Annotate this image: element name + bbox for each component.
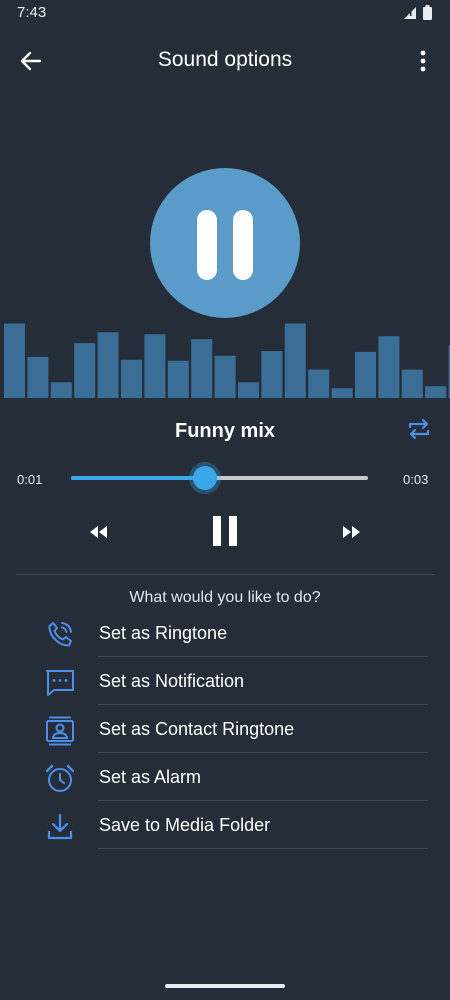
status-time: 7:43 bbox=[17, 4, 47, 21]
download-icon bbox=[44, 811, 76, 843]
more-options-button[interactable] bbox=[408, 44, 438, 78]
pause-button[interactable] bbox=[211, 515, 239, 547]
pause-bar-right bbox=[233, 210, 253, 280]
visualizer-bar bbox=[378, 336, 400, 398]
status-bar: 7:43 bbox=[0, 0, 450, 26]
chat-bubble-icon bbox=[44, 667, 76, 699]
visualizer-bar bbox=[401, 369, 423, 398]
status-icons bbox=[403, 5, 432, 20]
page-title: Sound options bbox=[157, 48, 293, 71]
option-label: Set as Notification bbox=[99, 671, 245, 691]
contact-card-icon bbox=[44, 715, 76, 747]
section-divider bbox=[16, 574, 434, 575]
rewind-icon bbox=[90, 526, 107, 538]
fast-forward-button[interactable] bbox=[338, 520, 364, 544]
repeat-button[interactable] bbox=[405, 415, 433, 443]
visualizer-bar bbox=[214, 355, 236, 398]
visualizer-bar bbox=[167, 360, 189, 398]
visualizer-bar bbox=[97, 332, 119, 398]
set-ringtone-option[interactable]: Set as Ringtone bbox=[0, 609, 450, 657]
battery-icon bbox=[423, 5, 432, 20]
rewind-button[interactable] bbox=[86, 520, 112, 544]
option-divider bbox=[98, 848, 428, 849]
more-vert-icon bbox=[420, 50, 426, 72]
fast-forward-icon bbox=[343, 526, 360, 538]
actions-prompt: What would you like to do? bbox=[129, 589, 321, 606]
visualizer-bar bbox=[425, 386, 447, 398]
phone-ringing-icon bbox=[44, 619, 76, 651]
visualizer-bar bbox=[331, 388, 353, 398]
option-label: Set as Ringtone bbox=[99, 623, 228, 643]
visualizer-bar bbox=[27, 356, 49, 398]
visualizer-bar bbox=[121, 359, 142, 398]
big-pause-button[interactable] bbox=[150, 168, 300, 318]
alarm-clock-icon bbox=[44, 763, 76, 795]
visualizer-bar bbox=[261, 350, 283, 398]
elapsed-time: 0:01 bbox=[17, 472, 43, 487]
track-title: Funny mix bbox=[174, 420, 275, 442]
pause-bar-left bbox=[197, 210, 217, 280]
visualizer-bar bbox=[74, 343, 96, 398]
option-label: Set as Alarm bbox=[99, 767, 202, 787]
visualizer-bar bbox=[50, 382, 72, 398]
home-indicator[interactable] bbox=[165, 984, 285, 988]
visualizer-bar bbox=[284, 323, 306, 398]
seek-bar[interactable] bbox=[71, 466, 368, 490]
repeat-icon bbox=[408, 418, 430, 440]
visualizer-bar bbox=[144, 334, 166, 398]
signal-icon bbox=[404, 6, 416, 19]
visualizer-bar bbox=[191, 339, 213, 398]
pause-icon bbox=[213, 516, 237, 546]
set-alarm-option[interactable]: Set as Alarm bbox=[0, 753, 450, 801]
seek-thumb[interactable] bbox=[192, 466, 217, 490]
app-bar: Sound options bbox=[0, 32, 450, 88]
visualizer-bar bbox=[355, 351, 376, 398]
visualizer-bar bbox=[4, 323, 25, 398]
save-media-folder-option[interactable]: Save to Media Folder bbox=[0, 801, 450, 849]
visualizer-bar bbox=[238, 382, 259, 398]
duration-time: 0:03 bbox=[403, 472, 429, 487]
seek-bar-progress bbox=[71, 476, 205, 480]
option-label: Save to Media Folder bbox=[99, 815, 271, 835]
set-contact-ringtone-option[interactable]: Set as Contact Ringtone bbox=[0, 705, 450, 753]
visualizer-bar bbox=[308, 369, 330, 398]
set-notification-option[interactable]: Set as Notification bbox=[0, 657, 450, 705]
option-label: Set as Contact Ringtone bbox=[99, 719, 295, 739]
